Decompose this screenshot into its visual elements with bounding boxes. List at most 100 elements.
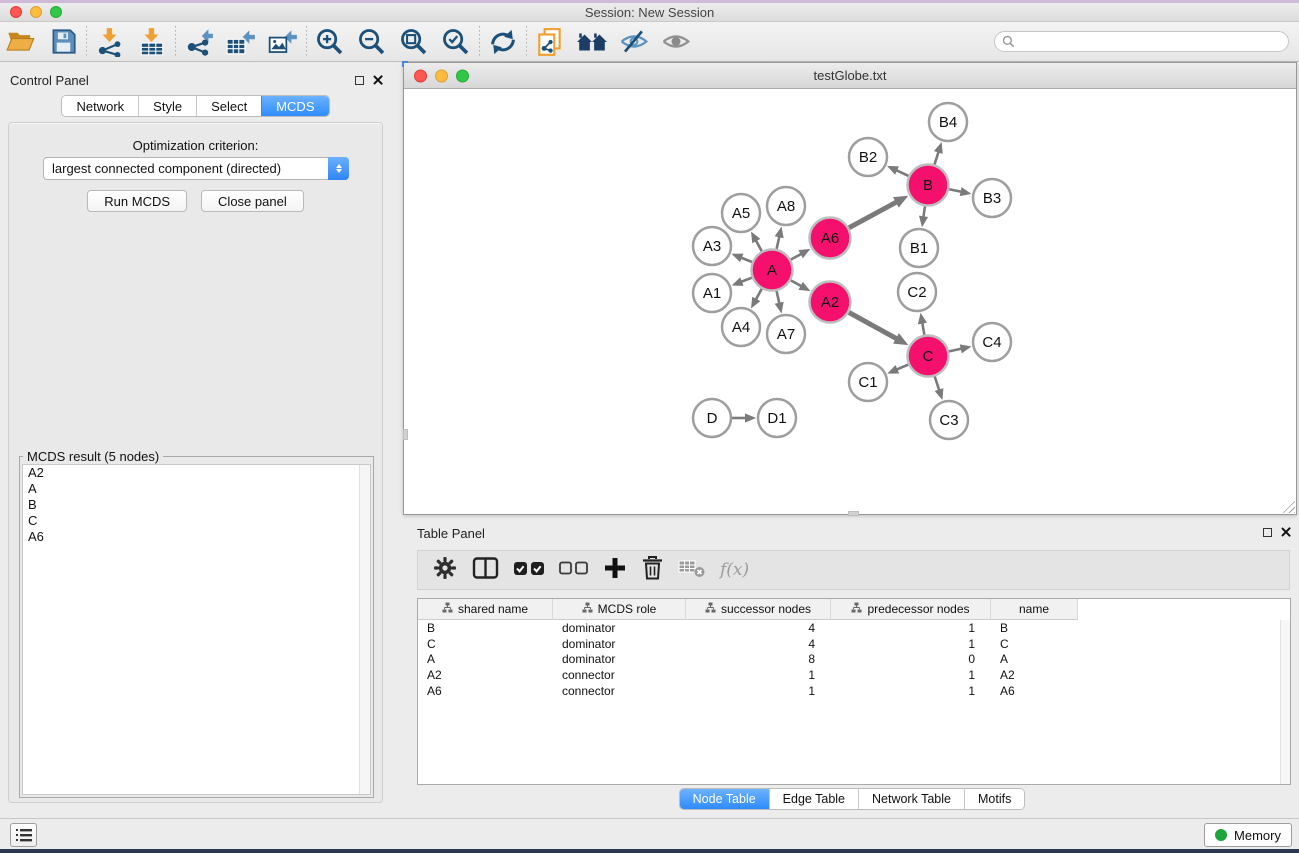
create-column-button[interactable]	[599, 553, 631, 587]
graph-node-C1[interactable]: C1	[849, 363, 887, 401]
table-cell[interactable]: connector	[553, 684, 686, 698]
zoom-out-button[interactable]	[351, 24, 393, 60]
search-field[interactable]	[994, 31, 1289, 52]
graph-node-A4[interactable]: A4	[722, 308, 760, 346]
main-titlebar[interactable]: Session: New Session	[0, 3, 1299, 22]
table-cell[interactable]: dominator	[553, 637, 686, 651]
table-cell[interactable]: A6	[418, 684, 553, 698]
table-cell[interactable]: 4	[686, 637, 831, 651]
first-neighbors-button[interactable]	[571, 24, 613, 60]
table-cell[interactable]: 1	[831, 684, 991, 698]
open-session-button[interactable]	[0, 24, 42, 60]
tab-motifs[interactable]: Motifs	[964, 789, 1024, 809]
table-cell[interactable]: 1	[831, 637, 991, 651]
table-cell[interactable]: B	[418, 621, 553, 635]
network-zoom-button[interactable]	[456, 69, 469, 82]
table-cell[interactable]: 1	[686, 684, 831, 698]
table-cell[interactable]: dominator	[553, 652, 686, 666]
new-network-from-selection-button[interactable]	[529, 24, 571, 60]
show-all-button[interactable]	[655, 24, 697, 60]
graph-node-C[interactable]: C	[908, 336, 949, 377]
tab-style[interactable]: Style	[138, 96, 196, 116]
graph-node-B1[interactable]: B1	[900, 229, 938, 267]
table-cell[interactable]: A2	[991, 668, 1078, 682]
show-panels-button[interactable]	[10, 823, 37, 847]
refresh-view-button[interactable]	[482, 24, 524, 60]
edge-B-B2[interactable]	[895, 170, 908, 176]
table-cell[interactable]: A2	[418, 668, 553, 682]
graph-node-D[interactable]: D	[693, 399, 731, 437]
table-row[interactable]: A2connector11A2	[418, 667, 1290, 683]
graph-node-A7[interactable]: A7	[767, 315, 805, 353]
result-item[interactable]: B	[23, 497, 370, 513]
tab-select[interactable]: Select	[196, 96, 261, 116]
deselect-all-rows-button[interactable]	[555, 553, 593, 587]
edge-C-C4[interactable]	[949, 348, 963, 351]
table-cell[interactable]: 0	[831, 652, 991, 666]
edge-A2-C[interactable]	[849, 312, 898, 339]
zoom-window-button[interactable]	[50, 6, 62, 18]
edge-A-A7[interactable]	[777, 291, 780, 305]
table-cell[interactable]: dominator	[553, 621, 686, 635]
tab-network-table[interactable]: Network Table	[858, 789, 964, 809]
import-table-button[interactable]	[131, 24, 173, 60]
graph-node-A1[interactable]: A1	[693, 274, 731, 312]
graph-node-B4[interactable]: B4	[929, 103, 967, 141]
table-cell[interactable]: 1	[831, 668, 991, 682]
graph-node-A2[interactable]: A2	[810, 282, 851, 323]
run-mcds-button[interactable]: Run MCDS	[87, 190, 187, 212]
table-row[interactable]: A6connector11A6	[418, 683, 1290, 699]
result-item[interactable]: A2	[23, 465, 370, 481]
network-minimize-button[interactable]	[435, 69, 448, 82]
result-item[interactable]: A6	[23, 529, 370, 545]
close-panel-icon[interactable]	[373, 75, 383, 85]
zoom-in-button[interactable]	[309, 24, 351, 60]
network-close-button[interactable]	[414, 69, 427, 82]
column-header-MCDS-role[interactable]: MCDS role	[553, 599, 686, 620]
column-header-name[interactable]: name	[991, 599, 1078, 620]
table-cell[interactable]: connector	[553, 668, 686, 682]
edge-A-A8[interactable]	[777, 235, 780, 249]
graph-node-D1[interactable]: D1	[758, 399, 796, 437]
save-session-button[interactable]	[42, 24, 84, 60]
tab-mcds[interactable]: MCDS	[261, 96, 328, 116]
hide-selected-button[interactable]	[613, 24, 655, 60]
table-cell[interactable]: A	[418, 652, 553, 666]
edge-A-A4[interactable]	[755, 289, 761, 301]
table-cell[interactable]: B	[991, 621, 1078, 635]
table-scrollbar[interactable]	[1280, 620, 1290, 784]
edge-B-B4[interactable]	[935, 151, 939, 165]
table-cell[interactable]: A	[991, 652, 1078, 666]
graph-node-B[interactable]: B	[908, 165, 949, 206]
table-cell[interactable]: C	[418, 637, 553, 651]
edge-B-B3[interactable]	[949, 189, 963, 192]
tab-edge-table[interactable]: Edge Table	[769, 789, 858, 809]
close-window-button[interactable]	[10, 6, 22, 18]
float-panel-icon[interactable]	[355, 76, 364, 85]
table-cell[interactable]: 1	[686, 668, 831, 682]
table-row[interactable]: Cdominator41C	[418, 636, 1290, 652]
close-panel-button[interactable]: Close panel	[201, 190, 304, 212]
import-network-button[interactable]	[89, 24, 131, 60]
table-cell[interactable]: A6	[991, 684, 1078, 698]
memory-button[interactable]: Memory	[1204, 823, 1292, 847]
network-window-titlebar[interactable]: testGlobe.txt	[404, 63, 1296, 89]
table-cell[interactable]: 8	[686, 652, 831, 666]
graph-node-C2[interactable]: C2	[898, 273, 936, 311]
export-network-button[interactable]	[178, 24, 220, 60]
graph-node-C3[interactable]: C3	[930, 401, 968, 439]
result-list-scrollbar[interactable]	[359, 465, 370, 794]
table-row[interactable]: Adominator80A	[418, 652, 1290, 668]
delete-column-button[interactable]	[637, 553, 668, 587]
edge-C-C3[interactable]	[935, 376, 940, 391]
result-item[interactable]: C	[23, 513, 370, 529]
graph-node-A3[interactable]: A3	[693, 227, 731, 265]
graph-node-B3[interactable]: B3	[973, 179, 1011, 217]
graph-node-A[interactable]: A	[752, 250, 793, 291]
table-settings-button[interactable]	[428, 553, 462, 587]
select-all-rows-button[interactable]	[509, 553, 549, 587]
table-row[interactable]: Bdominator41B	[418, 620, 1290, 636]
tab-node-table[interactable]: Node Table	[680, 789, 769, 809]
export-image-button[interactable]	[262, 24, 304, 60]
column-header-successor-nodes[interactable]: successor nodes	[686, 599, 831, 620]
